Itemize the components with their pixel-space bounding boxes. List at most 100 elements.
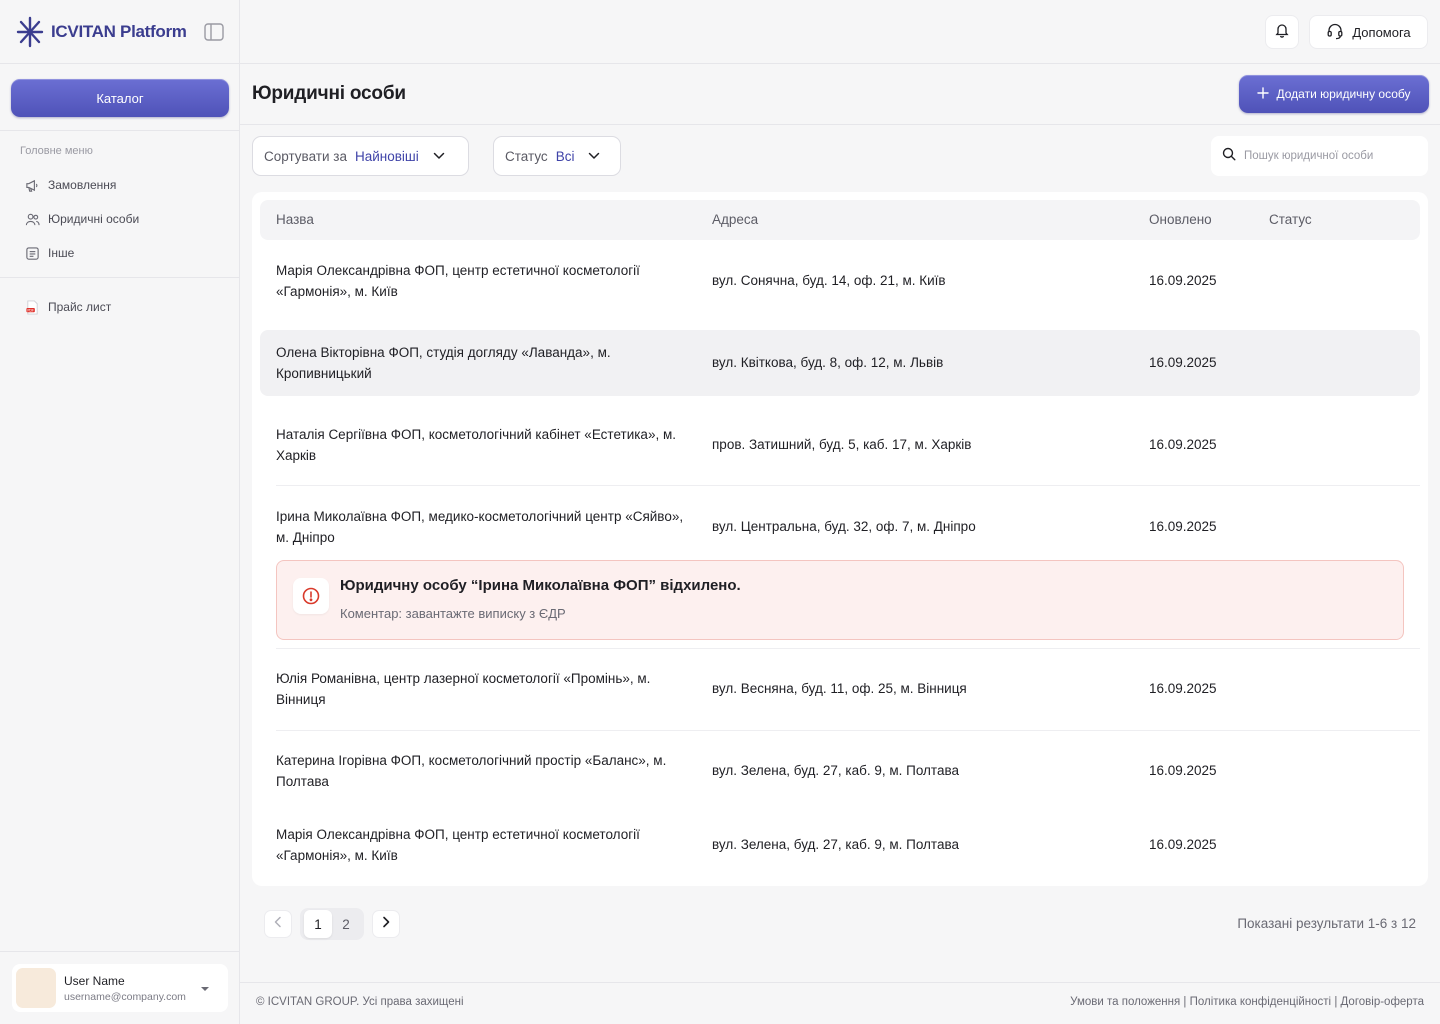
divider — [0, 951, 239, 952]
user-name: User Name — [64, 973, 125, 988]
divider — [240, 124, 1440, 125]
chevron-down-icon — [433, 152, 445, 160]
sidebar-item-label: Юридичні особи — [48, 212, 140, 226]
results-count: Показані результати 1-6 з 12 — [1237, 916, 1416, 931]
table-row[interactable]: Марія Олександрівна ФОП, центр естетично… — [260, 812, 1420, 878]
user-menu[interactable]: User Name username@company.com — [12, 964, 228, 1012]
sidebar-item-price-list[interactable]: PDF Прайс лист — [12, 290, 228, 324]
sidebar-item-other[interactable]: Інше — [12, 236, 228, 270]
notifications-button[interactable] — [1265, 15, 1299, 49]
divider — [0, 130, 239, 131]
user-info: User Name username@company.com — [64, 974, 186, 1003]
logo-icon — [16, 16, 44, 48]
cell-name: Юлія Романівна, центр лазерної косметоло… — [276, 671, 651, 707]
column-header-name[interactable]: Назва — [276, 212, 314, 227]
menu-caption: Головне меню — [20, 145, 93, 157]
legal-entities-table: Назва Адреса Оновлено Статус Марія Олекс… — [252, 192, 1428, 886]
megaphone-icon — [24, 177, 40, 193]
cell-name: Олена Вікторівна ФОП, студія догляду «Ла… — [276, 345, 611, 381]
divider — [0, 277, 239, 278]
cell-updated: 16.09.2025 — [1149, 837, 1217, 852]
add-button-label: Додати юридичну особу — [1276, 87, 1411, 101]
search-box — [1211, 136, 1428, 176]
status-filter-value: Всі — [555, 148, 575, 164]
app-name: ICVITAN Platform — [51, 21, 187, 41]
status-filter-label: Статус — [505, 148, 548, 164]
status-dropdown[interactable]: Статус Всі — [493, 136, 621, 176]
cell-name: Ірина Миколаївна ФОП, медико-косметологі… — [276, 509, 684, 545]
sidebar-item-orders[interactable]: Замовлення — [12, 168, 228, 202]
cell-address: вул. Сонячна, буд. 14, оф. 21, м. Київ — [712, 273, 946, 288]
table-header: Назва Адреса Оновлено Статус — [260, 200, 1420, 240]
svg-text:PDF: PDF — [27, 308, 34, 312]
cell-address: вул. Весняна, буд. 11, оф. 25, м. Вінниц… — [712, 681, 967, 696]
topbar: Допомога — [240, 0, 1440, 64]
row-divider — [276, 485, 1420, 486]
rejection-alert: Юридичну особу “Ірина Миколаївна ФОП” ві… — [276, 560, 1404, 640]
table-row[interactable]: Наталія Сергіївна ФОП, косметологічний к… — [260, 412, 1420, 478]
table-row[interactable]: Марія Олександрівна ФОП, центр естетично… — [260, 248, 1420, 314]
cell-address: вул. Зелена, буд. 27, каб. 9, м. Полтава — [712, 837, 960, 852]
copyright: © ICVITAN GROUP. Усі права захищені — [256, 996, 464, 1008]
sidebar-item-legal-entities[interactable]: Юридичні особи — [12, 202, 228, 236]
cell-name: Марія Олександрівна ФОП, центр естетично… — [276, 263, 640, 299]
sort-dropdown[interactable]: Сортувати за Найновіші — [252, 136, 469, 176]
help-button[interactable]: Допомога — [1309, 15, 1428, 49]
help-label: Допомога — [1352, 24, 1411, 40]
sort-value: Найновіші — [354, 148, 419, 164]
column-header-status[interactable]: Статус — [1269, 212, 1312, 227]
cell-updated: 16.09.2025 — [1149, 437, 1217, 452]
page-title: Юридичні особи — [252, 83, 406, 104]
prev-page-button[interactable] — [264, 910, 292, 938]
price-list-wrapper: PDF Прайс лист — [12, 290, 228, 324]
divider — [240, 982, 1440, 983]
headset-icon — [1326, 22, 1344, 43]
privacy-link[interactable]: Політика конфіденційності — [1190, 996, 1332, 1008]
table-row[interactable]: Олена Вікторівна ФОП, студія догляду «Ла… — [260, 330, 1420, 396]
cell-updated: 16.09.2025 — [1149, 273, 1217, 288]
cell-updated: 16.09.2025 — [1149, 519, 1217, 534]
list-icon — [24, 245, 40, 261]
chevron-down-icon — [588, 152, 600, 160]
sidebar-item-label: Інше — [48, 246, 75, 260]
row-divider — [276, 730, 1420, 731]
page-1-button[interactable]: 1 — [304, 910, 332, 938]
add-legal-entity-button[interactable]: Додати юридичну особу — [1239, 75, 1429, 113]
main-menu: Замовлення Юридичні особи Інше — [12, 168, 228, 270]
column-header-updated[interactable]: Оновлено — [1149, 212, 1212, 227]
avatar — [16, 968, 56, 1008]
cell-updated: 16.09.2025 — [1149, 763, 1217, 778]
cell-updated: 16.09.2025 — [1149, 355, 1217, 370]
cell-address: вул. Центральна, буд. 32, оф. 7, м. Дніп… — [712, 519, 976, 534]
users-icon — [24, 211, 40, 227]
sidebar: ICVITAN Platform Каталог Головне меню За… — [0, 0, 240, 1024]
search-input[interactable] — [1244, 150, 1414, 162]
page-2-button[interactable]: 2 — [332, 910, 360, 938]
alert-title: Юридичну особу “Ірина Миколаївна ФОП” ві… — [340, 577, 741, 594]
cell-name: Марія Олександрівна ФОП, центр естетично… — [276, 827, 640, 863]
cell-name: Катерина Ігорівна ФОП, косметологічний п… — [276, 753, 667, 789]
catalog-button[interactable]: Каталог — [11, 79, 229, 117]
cell-address: вул. Зелена, буд. 27, каб. 9, м. Полтава — [712, 763, 960, 778]
page-numbers: 1 2 — [300, 908, 364, 940]
table-row[interactable]: Юлія Романівна, центр лазерної косметоло… — [260, 656, 1420, 722]
search-icon — [1222, 147, 1236, 166]
caret-down-icon — [200, 979, 210, 997]
table-row[interactable]: Катерина Ігорівна ФОП, косметологічний п… — [260, 738, 1420, 804]
plus-icon — [1257, 86, 1270, 102]
offer-link[interactable]: Договір-оферта — [1341, 996, 1424, 1008]
bell-icon — [1274, 22, 1290, 43]
row-divider — [276, 648, 1420, 649]
pdf-icon: PDF — [24, 299, 40, 315]
next-page-button[interactable] — [372, 910, 400, 938]
sidebar-item-label: Прайс лист — [48, 300, 112, 314]
cell-name: Наталія Сергіївна ФОП, косметологічний к… — [276, 427, 676, 463]
alert-comment: Коментар: завантажте виписку з ЄДР — [340, 606, 566, 621]
cell-address: вул. Квіткова, буд. 8, оф. 12, м. Львів — [712, 355, 944, 370]
sort-label: Сортувати за — [264, 148, 347, 164]
chevron-right-icon — [382, 915, 390, 933]
terms-link[interactable]: Умови та положення — [1070, 996, 1180, 1008]
chevron-left-icon — [274, 915, 282, 933]
column-header-address[interactable]: Адреса — [712, 212, 758, 227]
sidebar-toggle-icon[interactable] — [203, 22, 225, 42]
